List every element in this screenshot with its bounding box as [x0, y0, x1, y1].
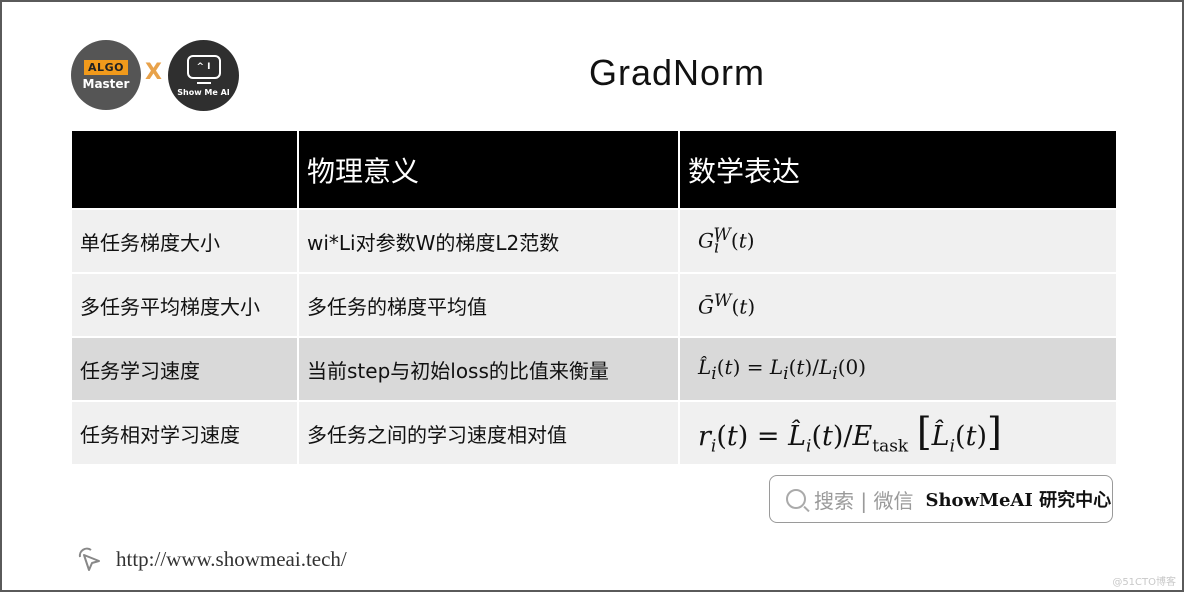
cursor-click-icon — [78, 547, 100, 571]
website-url[interactable]: http://www.showmeai.tech/ — [116, 547, 347, 572]
footer-link[interactable]: http://www.showmeai.tech/ — [74, 545, 347, 573]
watermark: @51CTO博客 — [1112, 577, 1176, 588]
header-cell-meaning: 物理意义 — [299, 131, 678, 208]
row-formula: GiW(t) — [680, 210, 1116, 272]
table-row: 单任务梯度大小 wi*Li对参数W的梯度L2范数 GiW(t) — [72, 210, 1116, 272]
table-header-row: 物理意义 数学表达 — [72, 131, 1116, 208]
row-formula: ri(t) = L̂i(t)/Etask [L̂i(t)] — [680, 402, 1116, 464]
table-row: 多任务平均梯度大小 多任务的梯度平均值 ḠW(t) — [72, 274, 1116, 336]
row-name: 多任务平均梯度大小 — [72, 274, 297, 336]
wechat-search-box: 搜索 | 微信 ShowMeAI 研究中心 — [769, 475, 1113, 523]
row-meaning: wi*Li对参数W的梯度L2范数 — [299, 210, 678, 272]
row-meaning: 多任务的梯度平均值 — [299, 274, 678, 336]
row-name: 任务学习速度 — [72, 338, 297, 400]
row-formula: ḠW(t) — [680, 274, 1116, 336]
header-cell-formula: 数学表达 — [680, 131, 1116, 208]
row-name: 任务相对学习速度 — [72, 402, 297, 464]
row-formula: L̂i(t) = Li(t)/Li(0) — [680, 338, 1116, 400]
gradnorm-table: 物理意义 数学表达 单任务梯度大小 wi*Li对参数W的梯度L2范数 GiW(t… — [70, 129, 1118, 466]
row-meaning: 当前step与初始loss的比值来衡量 — [299, 338, 678, 400]
header-cell-name — [72, 131, 297, 208]
search-icon — [786, 489, 806, 509]
table-row: 任务学习速度 当前step与初始loss的比值来衡量 L̂i(t) = Li(t… — [72, 338, 1116, 400]
row-name: 单任务梯度大小 — [72, 210, 297, 272]
row-meaning: 多任务之间的学习速度相对值 — [299, 402, 678, 464]
table-row: 任务相对学习速度 多任务之间的学习速度相对值 ri(t) = L̂i(t)/Et… — [72, 402, 1116, 464]
search-brand: ShowMeAI 研究中心 — [925, 490, 1112, 511]
page-title: GradNorm — [588, 52, 766, 93]
search-hint: 搜索 | 微信 — [814, 488, 914, 513]
